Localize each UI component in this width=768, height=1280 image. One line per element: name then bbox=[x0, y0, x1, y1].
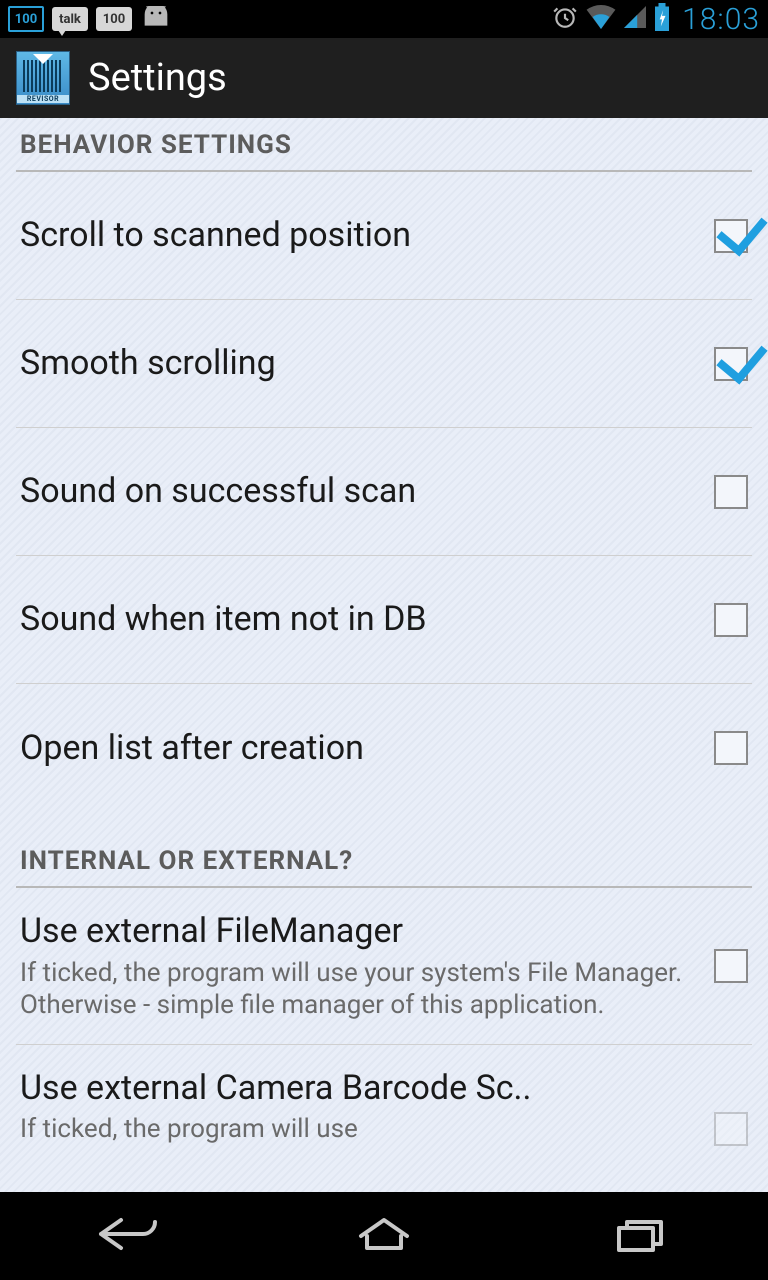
status-bar: 100 talk 100 18:03 bbox=[0, 0, 768, 38]
battery-charging-icon bbox=[654, 3, 670, 35]
checkbox-open-list-after-creation[interactable] bbox=[714, 731, 748, 765]
setting-title: Sound when item not in DB bbox=[20, 598, 702, 641]
setting-title: Smooth scrolling bbox=[20, 342, 702, 385]
setting-external-camera-scanner[interactable]: Use external Camera Barcode Sc.. If tick… bbox=[16, 1045, 752, 1168]
page-title: Settings bbox=[88, 56, 227, 100]
notification-talk-icon: talk bbox=[52, 7, 88, 31]
setting-scroll-to-scanned[interactable]: Scroll to scanned position bbox=[16, 172, 752, 300]
status-right: 18:03 bbox=[552, 2, 760, 37]
checkbox-scroll-to-scanned[interactable] bbox=[714, 219, 748, 253]
cell-signal-icon bbox=[624, 6, 646, 32]
setting-title: Use external Camera Barcode Sc.. bbox=[20, 1067, 702, 1110]
action-bar: REVISOR Settings bbox=[0, 38, 768, 118]
setting-smooth-scrolling[interactable]: Smooth scrolling bbox=[16, 300, 752, 428]
settings-list[interactable]: BEHAVIOR SETTINGS Scroll to scanned posi… bbox=[0, 118, 768, 1192]
setting-external-filemanager[interactable]: Use external FileManager If ticked, the … bbox=[16, 888, 752, 1045]
notification-android-icon bbox=[140, 6, 172, 32]
app-icon-label: REVISOR bbox=[17, 95, 69, 103]
nav-home-button[interactable] bbox=[349, 1212, 419, 1260]
section-header-behavior: BEHAVIOR SETTINGS bbox=[16, 118, 752, 172]
checkbox-smooth-scrolling[interactable] bbox=[714, 347, 748, 381]
notification-100-icon: 100 bbox=[8, 6, 44, 32]
setting-title: Sound on successful scan bbox=[20, 470, 702, 513]
wifi-icon bbox=[586, 5, 616, 33]
setting-title: Open list after creation bbox=[20, 727, 702, 770]
setting-sound-success[interactable]: Sound on successful scan bbox=[16, 428, 752, 556]
notification-100b-icon: 100 bbox=[96, 7, 132, 31]
alarm-icon bbox=[552, 4, 578, 34]
checkbox-sound-success[interactable] bbox=[714, 475, 748, 509]
nav-back-button[interactable] bbox=[93, 1212, 163, 1260]
checkbox-external-filemanager[interactable] bbox=[714, 949, 748, 983]
setting-title: Use external FileManager bbox=[20, 910, 702, 953]
checkbox-sound-not-in-db[interactable] bbox=[714, 603, 748, 637]
status-clock: 18:03 bbox=[678, 2, 760, 37]
setting-title: Scroll to scanned position bbox=[20, 214, 702, 257]
setting-subtitle: If ticked, the program will use your sys… bbox=[20, 957, 702, 1022]
nav-recent-button[interactable] bbox=[605, 1212, 675, 1260]
setting-subtitle: If ticked, the program will use bbox=[20, 1113, 702, 1146]
setting-open-list-after-creation[interactable]: Open list after creation bbox=[16, 684, 752, 812]
app-icon[interactable]: REVISOR bbox=[16, 51, 70, 105]
status-left: 100 talk 100 bbox=[8, 6, 172, 32]
navigation-bar bbox=[0, 1192, 768, 1280]
checkbox-external-camera-scanner[interactable] bbox=[714, 1112, 748, 1146]
section-header-external: INTERNAL OR EXTERNAL? bbox=[16, 834, 752, 888]
setting-sound-not-in-db[interactable]: Sound when item not in DB bbox=[16, 556, 752, 684]
